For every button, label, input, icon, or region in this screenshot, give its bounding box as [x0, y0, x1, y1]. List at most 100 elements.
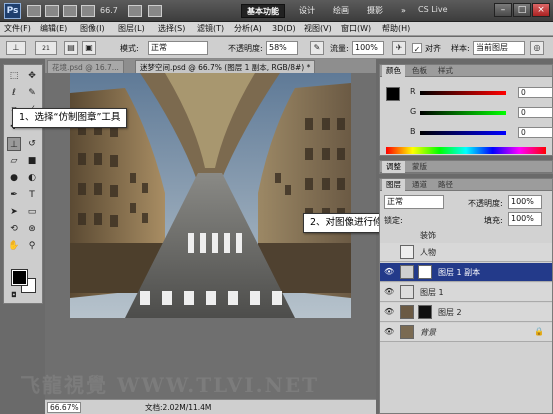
color-spectrum-bar[interactable]	[386, 147, 546, 154]
blur-tool-icon[interactable]: ●	[7, 171, 21, 185]
eye-icon[interactable]	[384, 248, 393, 256]
layer-row[interactable]: 👁 图层 1	[380, 283, 552, 302]
maximize-button[interactable]: □	[513, 3, 531, 17]
marquee-tool-icon[interactable]: ⬚	[7, 69, 21, 83]
hand-tool-icon[interactable]	[81, 5, 95, 17]
eye-icon[interactable]: 👁	[384, 308, 394, 316]
pen-tool-icon[interactable]: ✒	[7, 188, 21, 202]
tab-color[interactable]: 颜色	[382, 65, 405, 77]
shape-tool-icon[interactable]: ▭	[25, 205, 39, 219]
3d-rotate-tool-icon[interactable]: ⟲	[7, 222, 21, 236]
layers-panel: 图层 通道 路径 正常 不透明度: 100% 锁定: 填充: 100% 装饰 人…	[379, 178, 553, 414]
layer-opacity-input[interactable]: 100%	[508, 195, 542, 209]
brush-preset-picker[interactable]: 21	[35, 41, 57, 55]
channel-b-label: B	[410, 127, 416, 136]
channel-r-slider[interactable]	[420, 91, 506, 95]
screen-mode-icon[interactable]	[148, 5, 162, 17]
tab-channels[interactable]: 通道	[408, 179, 431, 191]
menu-edit[interactable]: 编辑(E)	[40, 23, 67, 35]
cs-live[interactable]: CS Live	[418, 5, 448, 14]
layer-row[interactable]: 人物	[380, 243, 552, 262]
3d-orbit-tool-icon[interactable]: ⊛	[25, 222, 39, 236]
quick-mask-icon[interactable]: ◘	[7, 288, 21, 302]
menu-window[interactable]: 窗口(W)	[341, 23, 371, 35]
close-button[interactable]: ×	[532, 3, 550, 17]
foreground-color-swatch[interactable]	[11, 269, 28, 286]
channel-r-input[interactable]: 0	[518, 87, 553, 98]
channel-b-slider[interactable]	[420, 131, 506, 135]
tab-adjustments[interactable]: 调整	[382, 161, 405, 173]
lasso-tool-icon[interactable]: ℓ	[7, 86, 21, 100]
gradient-tool-icon[interactable]: ■	[25, 154, 39, 168]
mini-bridge-icon[interactable]	[45, 5, 59, 17]
layer-row[interactable]: 👁 图层 2	[380, 303, 552, 322]
status-zoom-input[interactable]: 66.67%	[47, 402, 81, 413]
tab-swatches[interactable]: 色板	[408, 65, 431, 77]
dodge-tool-icon[interactable]: ◐	[25, 171, 39, 185]
menu-select[interactable]: 选择(S)	[158, 23, 185, 35]
channel-g-slider[interactable]	[420, 111, 506, 115]
panel-foreground-swatch[interactable]	[386, 87, 400, 101]
brush-panel-icon[interactable]: ▤	[64, 41, 78, 55]
tab-paths[interactable]: 路径	[434, 179, 457, 191]
opacity-value: 58%	[269, 43, 287, 52]
move-tool-icon[interactable]: ✥	[25, 69, 39, 83]
clone-stamp-tool-icon[interactable]: ⊥	[7, 137, 21, 151]
flow-input[interactable]: 100%	[352, 41, 384, 55]
workspace-more-chevron[interactable]: »	[396, 4, 411, 18]
clone-stamp-preset-icon[interactable]: ⊥	[6, 41, 26, 55]
layer-row-selected[interactable]: 👁 图层 1 副本	[380, 263, 552, 282]
menu-file[interactable]: 文件(F)	[4, 23, 31, 35]
arrange-documents-icon[interactable]	[128, 5, 142, 17]
airbrush-icon[interactable]: ✈	[392, 41, 406, 55]
tab-doc-2[interactable]: 迷梦空间.psd @ 66.7% (图层 1 副本, RGB/8#) *	[135, 60, 316, 73]
menu-image[interactable]: 图像(I)	[80, 23, 105, 35]
eye-icon[interactable]: 👁	[384, 268, 394, 276]
workspace-painting[interactable]: 绘画	[328, 4, 354, 18]
menu-filter[interactable]: 滤镜(T)	[197, 23, 224, 35]
eraser-tool-icon[interactable]: ▱	[7, 154, 21, 168]
minimize-button[interactable]: –	[494, 3, 512, 17]
eye-icon[interactable]: 👁	[384, 288, 394, 296]
ignore-adjustment-layers-icon[interactable]: ◎	[530, 41, 544, 55]
tab-styles[interactable]: 样式	[434, 65, 457, 77]
path-selection-tool-icon[interactable]: ➤	[7, 205, 21, 219]
aligned-checkbox[interactable]: ✓	[412, 43, 422, 54]
tab-doc-1[interactable]: 花境.psd @ 16.7...	[47, 60, 124, 73]
hand-tool-icon[interactable]: ✋	[7, 239, 21, 253]
pressure-opacity-icon[interactable]: ✎	[310, 41, 324, 55]
mode-select[interactable]: 正常	[148, 41, 208, 55]
document-size-info[interactable]: 文档:2.02M/11.4M	[145, 402, 211, 413]
type-tool-icon[interactable]: T	[25, 188, 39, 202]
workspace-essentials[interactable]: 基本功能	[241, 4, 285, 18]
bridge-icon[interactable]	[27, 5, 41, 17]
guides-icon[interactable]	[63, 5, 77, 17]
menu-help[interactable]: 帮助(H)	[382, 23, 410, 35]
layer-row[interactable]: 👁 背景 🔒	[380, 323, 552, 342]
tab-layers[interactable]: 图层	[382, 179, 405, 191]
color-panel: 颜色 色板 样式 R 0 G 0 B 0	[379, 64, 553, 156]
fill-input[interactable]: 100%	[508, 212, 542, 226]
menu-view[interactable]: 视图(V)	[304, 23, 332, 35]
zoom-tool-icon[interactable]: ⚲	[25, 239, 39, 253]
channel-g-input[interactable]: 0	[518, 107, 553, 118]
flow-label: 流量:	[330, 44, 349, 53]
menu-3d[interactable]: 3D(D)	[272, 23, 296, 35]
workspace-photography[interactable]: 摄影	[362, 4, 388, 18]
zoom-level[interactable]: 66.7	[100, 6, 118, 15]
opacity-input[interactable]: 58%	[266, 41, 298, 55]
flow-value: 100%	[355, 43, 378, 52]
channel-b-input[interactable]: 0	[518, 127, 553, 138]
eye-icon[interactable]: 👁	[384, 328, 394, 336]
layer-group-header[interactable]: 装饰	[380, 229, 552, 241]
menu-layer[interactable]: 图层(L)	[118, 23, 145, 35]
history-brush-tool-icon[interactable]: ↺	[25, 137, 39, 151]
quick-select-tool-icon[interactable]: ✎	[25, 86, 39, 100]
tab-masks[interactable]: 蒙版	[408, 161, 431, 173]
menu-analysis[interactable]: 分析(A)	[234, 23, 262, 35]
clone-source-panel-icon[interactable]: ▣	[82, 41, 96, 55]
sample-select[interactable]: 当前图层	[473, 41, 525, 55]
layer-name: 图层 2	[438, 308, 462, 317]
workspace-design[interactable]: 设计	[294, 4, 320, 18]
blend-mode-select[interactable]: 正常	[384, 195, 444, 209]
